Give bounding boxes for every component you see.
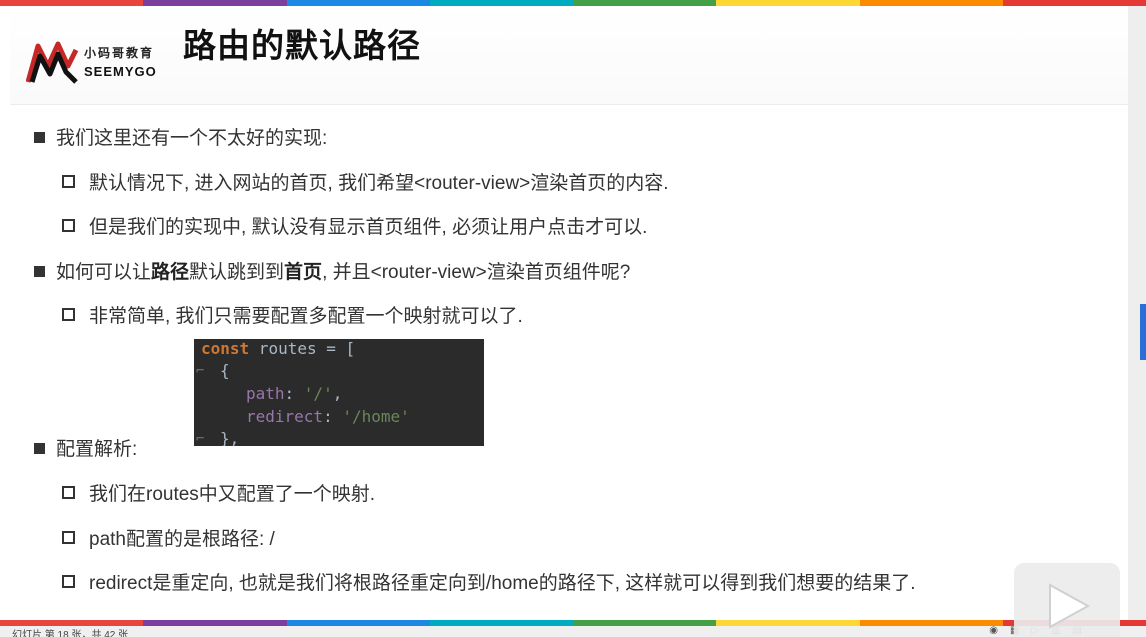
slide-header <box>10 6 1128 105</box>
bullet-text-part: 默认跳到到 <box>189 262 285 283</box>
code-line-5: }, <box>220 429 240 446</box>
code-line-2: { <box>220 361 230 380</box>
play-icon[interactable] <box>1044 583 1092 629</box>
bullet-text-part: , 并且<router-view>渲染首页组件呢? <box>322 262 631 283</box>
bullet-text-part: 如何可以让 <box>56 262 152 283</box>
filled-square-bullet-icon <box>34 132 45 143</box>
code-property: path <box>246 384 285 403</box>
code-gutter-fold-icon: ⌐ <box>196 431 205 446</box>
sub-bullet-item: 默认情况下, 进入网站的首页, 我们希望<router-view>渲染首页的内容… <box>62 168 669 195</box>
sub-bullet-item: redirect是重定向, 也就是我们将根路径重定向到/home的路径下, 这样… <box>62 568 916 595</box>
slide-counter: 幻灯片 第 18 张，共 42 张 <box>12 630 129 637</box>
sub-bullet-item: 非常简单, 我们只需要配置多配置一个映射就可以了. <box>62 301 523 328</box>
status-bar: 幻灯片 第 18 张，共 42 张 ◉ ▦ ▷ ▥ ▤ <box>0 626 1146 637</box>
bullet-item: 如何可以让路径默认跳到到首页, 并且<router-view>渲染首页组件呢? <box>34 257 630 284</box>
code-text: routes = [ <box>249 339 356 358</box>
code-separator: : <box>323 407 343 426</box>
sub-bullet-item: 我们在routes中又配置了一个映射. <box>62 479 375 506</box>
bullet-item: 配置解析: <box>34 434 137 461</box>
hollow-square-bullet-icon <box>62 219 75 232</box>
code-line-3: path: '/', <box>246 384 342 403</box>
hollow-square-bullet-icon <box>62 531 75 544</box>
sub-bullet-item: path配置的是根路径: / <box>62 524 275 551</box>
bullet-text: 但是我们的实现中, 默认没有显示首页组件, 必须让用户点击才可以. <box>89 217 648 238</box>
brand-logo: 小码哥教育 SEEMYGO <box>25 40 176 88</box>
hollow-square-bullet-icon <box>62 175 75 188</box>
bullet-item: 我们这里还有一个不太好的实现: <box>34 123 327 150</box>
code-snippet: const routes = [ { path: '/', redirect: … <box>194 339 484 446</box>
logo-mark-icon <box>25 41 79 84</box>
hollow-square-bullet-icon <box>62 486 75 499</box>
bullet-bold-keyword: 首页 <box>284 262 323 283</box>
bullet-text: redirect是重定向, 也就是我们将根路径重定向到/home的路径下, 这样… <box>89 573 916 594</box>
bullet-bold-keyword: 路径 <box>151 262 190 283</box>
code-property: redirect <box>246 407 324 426</box>
filled-square-bullet-icon <box>34 443 45 454</box>
code-line-1: const routes = [ <box>201 339 355 358</box>
bullet-text: 我们这里还有一个不太好的实现: <box>56 128 328 149</box>
bullet-text: 非常简单, 我们只需要配置多配置一个映射就可以了. <box>89 306 523 327</box>
scroll-indicator[interactable] <box>1140 304 1146 360</box>
logo-text-en: SEEMYGO <box>84 64 157 79</box>
bullet-text: path配置的是根路径: / <box>89 529 275 550</box>
hollow-square-bullet-icon <box>62 308 75 321</box>
bullet-text: 配置解析: <box>56 439 138 460</box>
bullet-text: 默认情况下, 进入网站的首页, 我们希望<router-view>渲染首页的内容… <box>89 173 669 194</box>
code-string: '/home' <box>342 407 410 426</box>
code-line-4: redirect: '/home' <box>246 407 410 426</box>
record-icon[interactable]: ◉ <box>989 626 998 636</box>
code-string: '/' <box>303 384 333 403</box>
code-keyword: const <box>201 339 250 358</box>
code-separator: : <box>284 384 304 403</box>
filled-square-bullet-icon <box>34 266 45 277</box>
bullet-text: 我们在routes中又配置了一个映射. <box>89 484 376 505</box>
logo-text-cn: 小码哥教育 <box>84 46 155 60</box>
video-play-overlay[interactable] <box>1014 563 1120 637</box>
sub-bullet-item: 但是我们的实现中, 默认没有显示首页组件, 必须让用户点击才可以. <box>62 212 647 239</box>
hollow-square-bullet-icon <box>62 575 75 588</box>
code-punct: , <box>332 384 343 403</box>
code-gutter-fold-icon: ⌐ <box>196 363 205 379</box>
slide-title: 路由的默认路径 <box>183 26 421 65</box>
